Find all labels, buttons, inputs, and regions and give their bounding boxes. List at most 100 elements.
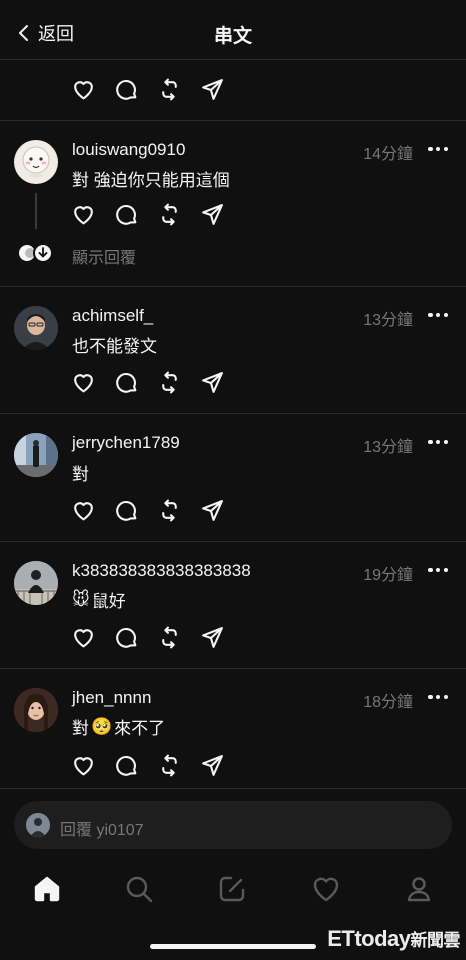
like-button[interactable]: [70, 76, 96, 102]
heart-icon: [73, 80, 93, 99]
show-replies-link[interactable]: 顯示回覆: [72, 244, 136, 268]
pleading-face-emoji: 🥺: [91, 716, 113, 736]
avatar[interactable]: [14, 561, 58, 605]
dot-icon: [435, 312, 441, 318]
heart-icon: [73, 205, 93, 224]
comment-icon: [115, 627, 136, 648]
dot-icon: [443, 567, 448, 573]
dot-icon: [443, 312, 448, 318]
repost-icon: [161, 78, 177, 100]
repost-button[interactable]: [156, 76, 182, 102]
watermark-latin: ETtoday: [327, 926, 411, 951]
top-bar: 返回 串文: [0, 0, 466, 62]
watermark: ETtoday新聞雲: [327, 926, 460, 952]
reply-text: 對 強迫你只能用這個: [72, 166, 230, 191]
repost-button[interactable]: [156, 624, 182, 650]
tab-home[interactable]: [30, 872, 64, 906]
dot-icon: [443, 694, 448, 700]
repost-icon: [161, 499, 177, 521]
comment-icon: [115, 372, 136, 393]
share-button[interactable]: [199, 497, 225, 523]
share-button[interactable]: [199, 369, 225, 395]
dot-icon: [428, 439, 433, 445]
divider: [0, 59, 466, 60]
comment-button[interactable]: [113, 624, 139, 650]
comment-button[interactable]: [113, 76, 139, 102]
send-icon: [201, 78, 223, 100]
thread-line: [35, 193, 37, 229]
timestamp: 19分鐘: [363, 567, 413, 584]
repost-icon: [161, 754, 177, 776]
repost-button[interactable]: [156, 752, 182, 778]
send-icon: [201, 499, 223, 521]
send-icon: [201, 203, 223, 225]
comment-icon: [115, 500, 136, 521]
divider: [0, 668, 466, 669]
timestamp: 13分鐘: [363, 312, 413, 329]
avatar[interactable]: [14, 688, 58, 732]
home-icon: [34, 876, 60, 902]
reply-text-content: 鼠好: [91, 592, 126, 611]
avatar[interactable]: [14, 433, 58, 477]
dot-icon: [428, 694, 433, 700]
reply-text: 對 🥺 來不了: [72, 714, 165, 739]
reply-actions: [70, 624, 225, 650]
username[interactable]: k383838383838383838: [72, 561, 251, 581]
share-button[interactable]: [199, 76, 225, 102]
heart-icon: [73, 756, 93, 775]
heart-icon: [73, 628, 93, 647]
tab-search[interactable]: [122, 872, 156, 906]
chevron-left-icon: [19, 25, 28, 41]
more-options-button[interactable]: [428, 312, 448, 318]
compose-icon: [219, 876, 245, 902]
repost-button[interactable]: [156, 369, 182, 395]
username[interactable]: jerrychen1789: [72, 433, 180, 453]
home-indicator: [150, 944, 316, 949]
dot-icon: [443, 439, 448, 445]
more-options-button[interactable]: [428, 567, 448, 573]
username[interactable]: jhen_nnnn: [72, 688, 151, 708]
like-button[interactable]: [70, 369, 96, 395]
reply-input[interactable]: 回覆 yi0107: [14, 801, 452, 849]
repost-icon: [161, 371, 177, 393]
reply-text: 也不能發文: [72, 332, 157, 357]
post-actions: [70, 76, 225, 102]
tab-profile[interactable]: [402, 872, 436, 906]
heart-icon: [73, 501, 93, 520]
reply-actions: [70, 369, 225, 395]
back-button[interactable]: 返回: [16, 20, 74, 46]
more-options-button[interactable]: [428, 439, 448, 445]
more-options-button[interactable]: [428, 146, 448, 152]
reply-text: 對: [72, 460, 89, 485]
send-icon: [201, 754, 223, 776]
avatar[interactable]: [14, 306, 58, 350]
reply-avatars: [18, 243, 54, 263]
avatar[interactable]: [14, 140, 58, 184]
more-options-button[interactable]: [428, 694, 448, 700]
username[interactable]: achimself_: [72, 306, 153, 326]
tab-activity[interactable]: [309, 872, 343, 906]
share-button[interactable]: [199, 624, 225, 650]
comment-button[interactable]: [113, 497, 139, 523]
repost-button[interactable]: [156, 201, 182, 227]
like-button[interactable]: [70, 752, 96, 778]
dot-icon: [435, 146, 441, 152]
comment-button[interactable]: [113, 752, 139, 778]
like-button[interactable]: [70, 497, 96, 523]
watermark-cn: 新聞雲: [410, 931, 461, 950]
share-button[interactable]: [199, 201, 225, 227]
dot-icon: [428, 146, 433, 152]
tab-compose[interactable]: [215, 872, 249, 906]
divider: [0, 541, 466, 542]
repost-button[interactable]: [156, 497, 182, 523]
share-button[interactable]: [199, 752, 225, 778]
divider: [0, 120, 466, 121]
reply-text-content: 對 強迫你只能用這個: [72, 171, 230, 190]
like-button[interactable]: [70, 201, 96, 227]
divider: [0, 286, 466, 287]
username[interactable]: louiswang0910: [72, 140, 185, 160]
like-button[interactable]: [70, 624, 96, 650]
comment-button[interactable]: [113, 201, 139, 227]
timestamp: 13分鐘: [363, 439, 413, 456]
comment-button[interactable]: [113, 369, 139, 395]
